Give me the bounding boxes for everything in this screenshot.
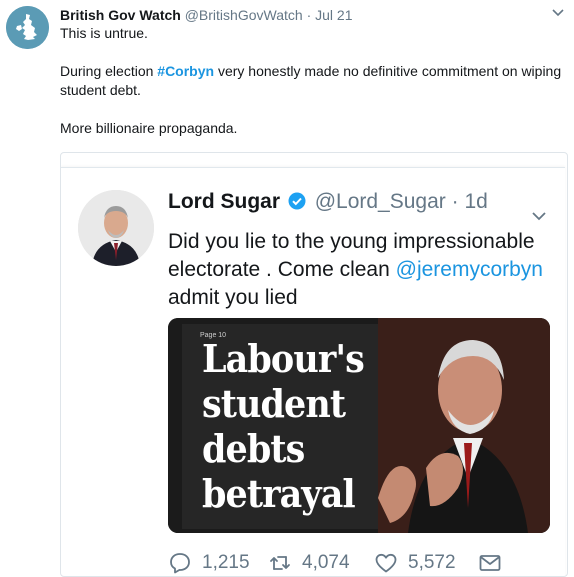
tweet-line: During election #Corbyn very honestly ma…: [60, 62, 566, 100]
quoted-tweet-timestamp[interactable]: 1d: [464, 190, 487, 213]
verified-badge-icon: [288, 192, 306, 210]
tweet-header: British Gov Watch @BritishGovWatch · Jul…: [60, 6, 352, 24]
uk-map-icon: [6, 6, 49, 49]
like-button[interactable]: 5,572: [374, 550, 456, 576]
tweet-text: This is untrue. During election #Corbyn …: [60, 24, 566, 138]
tweet-line: This is untrue.: [60, 25, 148, 41]
newspaper-headline: Labour's student debts betrayal: [202, 336, 365, 516]
person-photo: [78, 190, 154, 266]
like-count: 5,572: [408, 552, 456, 573]
envelope-icon: [479, 555, 501, 571]
author-avatar[interactable]: [6, 6, 49, 49]
quoted-tweet: Lord Sugar @Lord_Sugar · 1d Did you lie …: [61, 167, 565, 576]
quoted-author-name[interactable]: Lord Sugar: [168, 190, 280, 213]
quoted-tweet-image[interactable]: Page 10 Labour's student debts betrayal: [168, 318, 550, 533]
quoted-text-segment: admit you lied: [168, 286, 298, 309]
chevron-down-icon[interactable]: [529, 206, 549, 226]
mention-link[interactable]: @jeremycorbyn: [396, 258, 543, 281]
quoted-author-handle[interactable]: @Lord_Sugar: [315, 190, 446, 213]
chevron-down-icon[interactable]: [550, 4, 566, 20]
tweet-timestamp[interactable]: Jul 21: [315, 7, 352, 23]
quoted-tweet-header: Lord Sugar @Lord_Sugar · 1d: [168, 188, 488, 216]
reply-count: 1,215: [202, 552, 250, 573]
separator-dot: ·: [451, 190, 459, 213]
quoted-author-avatar[interactable]: [78, 190, 154, 266]
heart-icon: [375, 553, 397, 573]
retweet-count: 4,074: [302, 552, 350, 573]
tweet-line: More billionaire propaganda.: [60, 120, 238, 136]
retweet-icon: [270, 556, 290, 570]
retweet-button[interactable]: 4,074: [268, 550, 350, 576]
direct-message-button[interactable]: [478, 550, 512, 576]
reply-button[interactable]: 1,215: [168, 550, 250, 576]
quoted-tweet-text: Did you lie to the young impressionable …: [168, 228, 558, 312]
separator-dot: ·: [306, 7, 312, 23]
author-handle[interactable]: @BritishGovWatch: [185, 7, 303, 23]
hashtag-link[interactable]: #Corbyn: [157, 63, 214, 79]
tweet-text-segment: During election: [60, 63, 158, 79]
author-name[interactable]: British Gov Watch: [60, 7, 181, 23]
quoted-tweet-card[interactable]: Lord Sugar @Lord_Sugar · 1d Did you lie …: [60, 152, 568, 577]
reply-icon: [170, 553, 190, 574]
